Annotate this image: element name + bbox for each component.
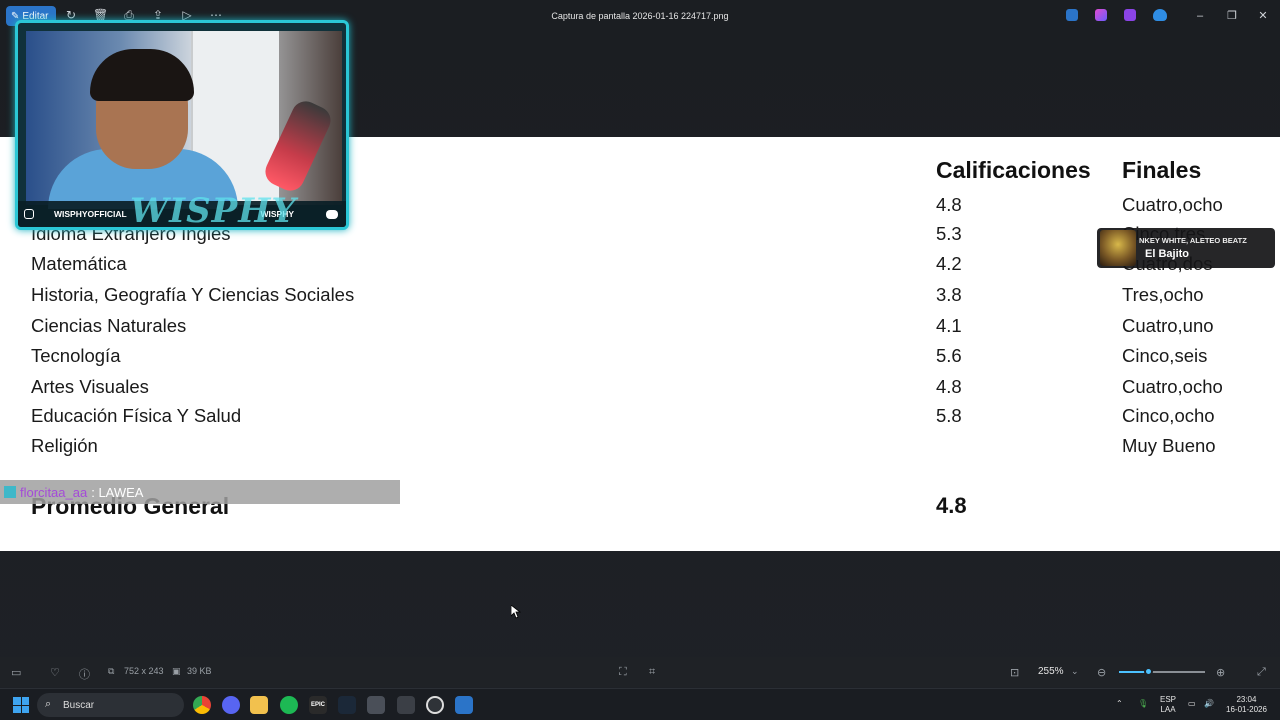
- grade-cell: 4.8: [936, 376, 962, 397]
- webcam-overlay: WISPHYOFFICIAL WISPHY WISPHY: [15, 20, 349, 230]
- album-art: [1100, 230, 1136, 266]
- subject-cell: Educación Física Y Salud: [31, 405, 242, 426]
- spotify-icon[interactable]: [280, 696, 298, 714]
- favorite-icon[interactable]: ♡: [50, 666, 60, 679]
- subject-cell: Ciencias Naturales: [31, 315, 187, 336]
- word-cell: Cuatro,ocho: [1122, 194, 1223, 215]
- windows-taskbar: ⌕ Buscar EPIC ⌃ 🎙 ESP LAA ▭ 🔊 23:04 16-0…: [0, 688, 1280, 720]
- webcam-video: [26, 31, 342, 209]
- word-cell: Muy Bueno: [1122, 435, 1216, 456]
- crop-icon[interactable]: ⛶: [619, 666, 627, 679]
- visual-search-icon[interactable]: ⌗: [649, 666, 655, 679]
- zoom-slider-thumb[interactable]: [1144, 667, 1154, 676]
- file-explorer-icon[interactable]: [250, 696, 268, 714]
- onedrive-icon[interactable]: [1153, 9, 1167, 21]
- zoom-slider[interactable]: [1119, 667, 1205, 676]
- discord-taskbar-icon[interactable]: [222, 696, 240, 714]
- subject-cell: Historia, Geografía Y Ciencias Sociales: [31, 284, 355, 305]
- chevron-down-icon[interactable]: ⌄: [1071, 666, 1079, 677]
- grade-cell: 4.1: [936, 315, 962, 336]
- stream-brand-logo: WISPHY: [130, 191, 297, 230]
- subject-cell: Artes Visuales: [31, 376, 149, 397]
- zoom-level[interactable]: 255%: [1038, 666, 1064, 677]
- info-icon[interactable]: ⓘ: [79, 666, 90, 682]
- subject-cell: Matemática: [31, 253, 127, 274]
- photos-taskbar-icon[interactable]: [455, 696, 473, 714]
- average-value: 4.8: [936, 493, 967, 518]
- grade-cell: 5.3: [936, 223, 962, 244]
- finals-header: Finales: [1122, 157, 1202, 183]
- search-icon: ⌕: [45, 698, 52, 710]
- obs-app-icon[interactable]: [367, 696, 385, 714]
- grade-cell: 5.8: [936, 405, 962, 426]
- fit-to-window-icon[interactable]: ⊡: [1010, 666, 1019, 679]
- word-cell: Cinco,ocho: [1122, 405, 1215, 426]
- track-artist: NKEY WHITE, ALETEO BEATZ: [1139, 236, 1247, 245]
- filmstrip-icon[interactable]: ▭: [11, 666, 21, 679]
- discord-icon: [326, 209, 338, 219]
- volume-icon[interactable]: 🔊: [1204, 699, 1214, 709]
- clock[interactable]: 23:04 16-01-2026: [1226, 695, 1267, 715]
- photos-app-window: ✎ Editar ↻ 🗑 ⎙ ⇪ ▷ ⋯ Captura de pantalla…: [0, 0, 1280, 720]
- grades-header: Calificaciones: [936, 157, 1091, 183]
- subject-cell: Religión: [31, 435, 98, 456]
- chrome-icon[interactable]: [193, 696, 211, 714]
- chat-badge-icon: [4, 486, 16, 498]
- epic-games-icon[interactable]: EPIC: [309, 696, 327, 714]
- start-button[interactable]: [13, 697, 29, 713]
- steam-icon[interactable]: [338, 696, 356, 714]
- dimensions-icon: ⧉: [108, 666, 115, 676]
- clock-time: 23:04: [1236, 695, 1257, 704]
- mouse-cursor-icon: [511, 605, 521, 619]
- language-indicator[interactable]: ESP LAA: [1160, 695, 1176, 715]
- file-size: 39 KB: [187, 666, 212, 676]
- region-code: LAA: [1160, 705, 1176, 714]
- instagram-handle: WISPHYOFFICIAL: [54, 209, 127, 219]
- photos-app-icon[interactable]: [1066, 9, 1078, 21]
- word-cell: Tres,ocho: [1122, 284, 1204, 305]
- instagram-icon: [24, 209, 34, 219]
- chat-username: florcitaa_aa: [20, 484, 88, 500]
- now-playing-overlay: NKEY WHITE, ALETEO BEATZ El Bajito: [1097, 228, 1275, 268]
- zoom-in-icon[interactable]: ⊕: [1216, 666, 1225, 679]
- obs-studio-icon[interactable]: [426, 696, 444, 714]
- file-size-icon: ▣: [172, 666, 181, 676]
- language-code: ESP: [1160, 695, 1177, 704]
- subject-cell: Tecnología: [31, 345, 121, 366]
- show-hidden-icons-icon[interactable]: ⌃: [1116, 699, 1123, 709]
- network-icon[interactable]: ▭: [1188, 699, 1196, 709]
- maximize-icon[interactable]: ❐: [1225, 9, 1239, 23]
- chat-text: : LAWEA: [91, 484, 144, 500]
- word-cell: Cinco,seis: [1122, 345, 1208, 366]
- microphone-icon[interactable]: 🎙: [1138, 699, 1148, 709]
- track-title: El Bajito: [1145, 248, 1190, 260]
- word-cell: Cuatro,ocho: [1122, 376, 1223, 397]
- image-dimensions: 752 x 243: [124, 666, 164, 676]
- clock-date: 16-01-2026: [1226, 705, 1267, 714]
- grade-cell: 3.8: [936, 284, 962, 305]
- search-placeholder: Buscar: [63, 699, 95, 711]
- grade-cell: 4.2: [936, 253, 962, 274]
- designer-app-icon[interactable]: [1095, 9, 1107, 21]
- minimize-icon[interactable]: –: [1193, 9, 1207, 23]
- taskbar-search[interactable]: ⌕ Buscar: [37, 693, 184, 717]
- fullscreen-icon[interactable]: ⤢: [1257, 666, 1266, 679]
- chat-message-overlay: florcitaa_aa : LAWEA: [0, 480, 400, 504]
- grade-cell: 5.6: [936, 345, 962, 366]
- game-app-icon[interactable]: [397, 696, 415, 714]
- word-cell: Cuatro,uno: [1122, 315, 1214, 336]
- zoom-out-icon[interactable]: ⊖: [1097, 666, 1106, 679]
- close-icon[interactable]: ✕: [1256, 9, 1270, 23]
- status-bar: ▭ ♡ ⓘ ⧉ 752 x 243 ▣ 39 KB ⛶ ⌗ ⊡ 255% ⌄ ⊖…: [0, 657, 1280, 687]
- clipchamp-app-icon[interactable]: [1124, 9, 1136, 21]
- grade-cell: 4.8: [936, 194, 962, 215]
